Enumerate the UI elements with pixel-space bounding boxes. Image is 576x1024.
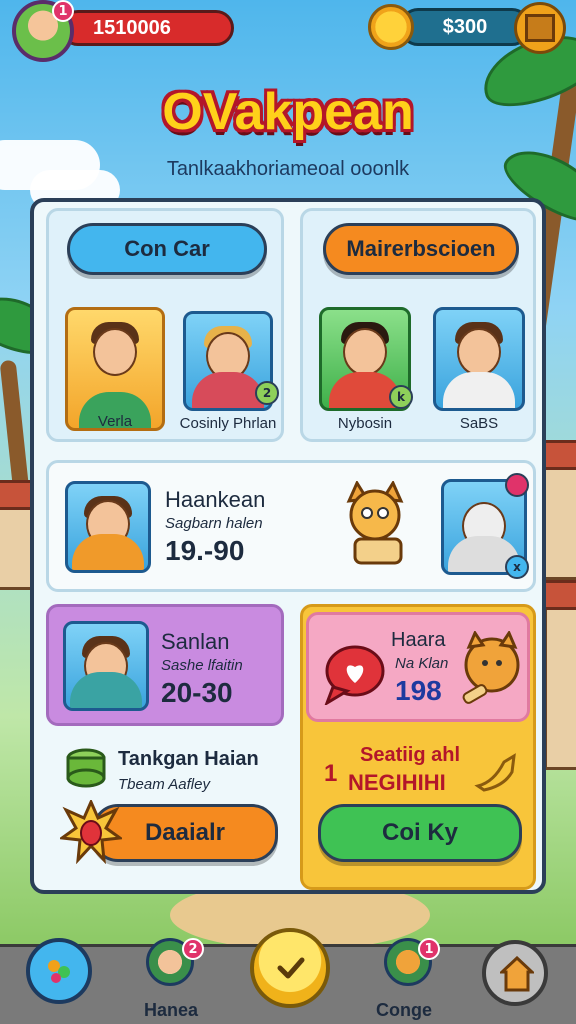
player-subtitle: Sashe lfaitin: [161, 657, 243, 674]
coin-counter: 1510006: [60, 10, 234, 46]
player-score: 20-30: [161, 677, 233, 708]
burst-icon: [60, 800, 122, 864]
event-line-1: Seatiig ahl: [360, 744, 461, 766]
face: [93, 328, 137, 376]
map-icon[interactable]: [26, 938, 92, 1004]
face: [343, 328, 387, 376]
check-icon: [277, 957, 305, 979]
friend-badge: 2: [182, 938, 204, 960]
horn-icon: [474, 753, 516, 792]
card-sanlan: Sanlan Sashe lfaitin 20-30: [46, 604, 284, 726]
character-portrait[interactable]: [433, 307, 525, 411]
event-prefix: 1: [324, 760, 338, 787]
card-con-car: Con Car Verla 2 Cosinly Phrlan: [46, 208, 284, 442]
crate-icon[interactable]: [514, 2, 566, 54]
card-mairerbscioen: Mairerbscioen k Nybosin SaBS: [300, 208, 536, 442]
character-portrait[interactable]: [63, 621, 149, 711]
shirt: [72, 534, 144, 570]
mairerbscioen-button[interactable]: Mairerbscioen: [323, 223, 519, 275]
shirt: [70, 672, 142, 708]
dog-mascot-icon: [462, 631, 520, 704]
map-glyph: [48, 960, 70, 983]
house-glyph: [500, 956, 534, 992]
player-subtitle: Na Klan: [395, 655, 449, 672]
card-haara: Haara Na Klan 198: [306, 612, 530, 722]
level-badge: 2: [255, 381, 279, 405]
cat-mascot-icon: [346, 481, 404, 565]
nav-label-left[interactable]: Hanea: [144, 1000, 198, 1021]
shirt: [443, 372, 515, 408]
home-icon[interactable]: [482, 940, 548, 1006]
event-subtitle: Tbeam Aafley: [118, 776, 210, 793]
game-title: OVakpean: [162, 83, 414, 141]
character-portrait[interactable]: [65, 481, 151, 573]
cash-counter: $300: [400, 8, 530, 46]
confirm-button[interactable]: [250, 928, 330, 1008]
face: [457, 328, 501, 376]
game-subtitle: Tanlkaakhoriameoal ooonlk: [166, 158, 410, 180]
heart-badge-icon: [505, 473, 529, 497]
cash-amount: $300: [442, 16, 488, 38]
coi-ky-button[interactable]: Coi Ky: [318, 804, 522, 862]
house: [544, 590, 576, 770]
char-label: SaBS: [459, 415, 499, 432]
player-name: Haankean: [165, 487, 266, 512]
player-score: 198: [395, 675, 442, 706]
card-haankean: Haankean Sagbarn halen 19.-90 x: [46, 460, 536, 592]
bot-badge: x: [505, 555, 529, 579]
sun-icon[interactable]: [368, 4, 414, 50]
shirt: [192, 372, 264, 408]
char-label: Verla: [97, 413, 133, 430]
event-line-2: NEGIHIHI: [348, 770, 446, 795]
char-label: Cosinly Phrlan: [179, 415, 277, 432]
player-name: Sanlan: [161, 629, 230, 654]
heart-bubble-icon: [324, 645, 385, 705]
coin-amount: 1510006: [93, 17, 171, 39]
char-label: Nybosin: [337, 415, 393, 432]
player-score: 19.-90: [165, 535, 245, 566]
nav-label-right[interactable]: Conge: [376, 1000, 432, 1021]
con-car-button[interactable]: Con Car: [67, 223, 267, 275]
drum-icon: [66, 748, 106, 788]
main-panel: Con Car Verla 2 Cosinly Phrlan Mairerbsc…: [30, 198, 546, 894]
player-name: Haara: [391, 629, 446, 651]
player-subtitle: Sagbarn halen: [165, 515, 263, 532]
level-badge: k: [389, 385, 413, 409]
event-title: Tankgan Haian: [118, 748, 259, 770]
avatar-badge: 1: [52, 0, 74, 22]
pet-badge: 1: [418, 938, 440, 960]
